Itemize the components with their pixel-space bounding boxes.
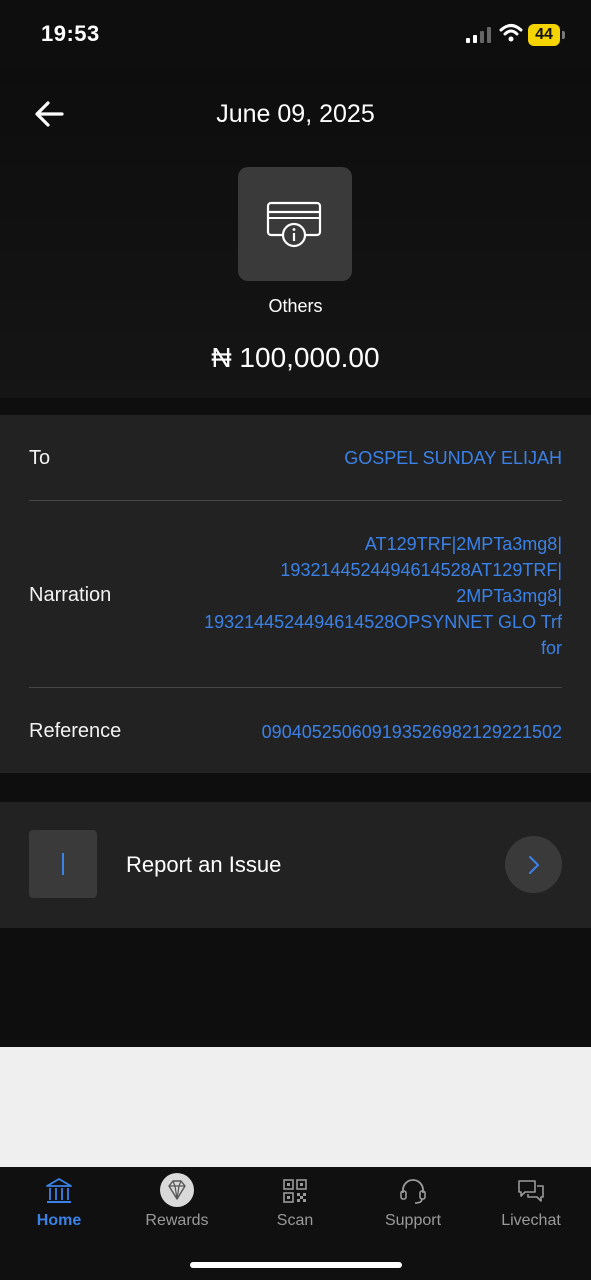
- transaction-header: June 09, 2025 Others ₦ 100,000.00: [0, 70, 591, 398]
- qr-code-icon: [283, 1179, 307, 1203]
- status-time: 19:53: [41, 21, 100, 46]
- tab-label: Scan: [276, 1212, 314, 1229]
- card-info-icon: [266, 201, 322, 248]
- narration-line: 1932144524494614528OPSYNNET GLO Trf: [204, 612, 562, 632]
- home-indicator: [190, 1262, 402, 1268]
- chevron-right-icon[interactable]: [505, 836, 562, 893]
- tab-scan[interactable]: Scan: [236, 1167, 354, 1247]
- status-bar: 19:53 44: [0, 0, 591, 70]
- tab-support[interactable]: Support: [354, 1167, 472, 1247]
- wifi-icon: [499, 24, 523, 42]
- tab-home[interactable]: Home: [0, 1167, 118, 1247]
- narration-label: Narration: [29, 584, 112, 606]
- tab-label: Rewards: [145, 1212, 209, 1229]
- report-icon: [29, 830, 97, 898]
- narration-line: for: [540, 638, 562, 658]
- narration-line: 2MPTa3mg8|: [456, 586, 562, 606]
- narration-line: 1932144524494614528AT129TRF|: [280, 560, 562, 580]
- tab-label: Livechat: [501, 1212, 561, 1229]
- report-issue-button[interactable]: Report an Issue: [0, 802, 591, 928]
- recipient-name: GOSPEL SUNDAY ELIJAH: [344, 448, 562, 468]
- cellular-signal-icon: [466, 27, 491, 43]
- headset-icon: [400, 1179, 426, 1204]
- transaction-amount: ₦ 100,000.00: [211, 342, 380, 373]
- chat-bubbles-icon: [518, 1180, 544, 1202]
- divider: [29, 687, 562, 688]
- transaction-details-card: To GOSPEL SUNDAY ELIJAH Narration AT129T…: [0, 415, 591, 773]
- tab-rewards[interactable]: Rewards: [118, 1167, 236, 1247]
- category-label: Others: [268, 296, 323, 316]
- bank-icon: [46, 1178, 72, 1203]
- divider: [29, 500, 562, 501]
- content-background: [0, 1047, 591, 1167]
- tab-label: Support: [384, 1212, 442, 1229]
- to-label: To: [29, 447, 51, 469]
- diamond-icon: [160, 1173, 194, 1207]
- narration-value: AT129TRF|2MPTa3mg8| 1932144524494614528A…: [142, 531, 562, 661]
- tab-label: Home: [36, 1212, 82, 1229]
- page-title: June 09, 2025: [216, 100, 375, 128]
- narration-line: AT129TRF|2MPTa3mg8|: [364, 534, 562, 554]
- report-issue-label: Report an Issue: [126, 852, 282, 877]
- battery-icon: 44: [528, 24, 566, 46]
- reference-value: 090405250609193526982129221502: [261, 722, 562, 742]
- tab-livechat[interactable]: Livechat: [472, 1167, 590, 1247]
- battery-level: 44: [528, 24, 560, 46]
- category-tile: [238, 167, 352, 281]
- reference-label: Reference: [29, 720, 122, 742]
